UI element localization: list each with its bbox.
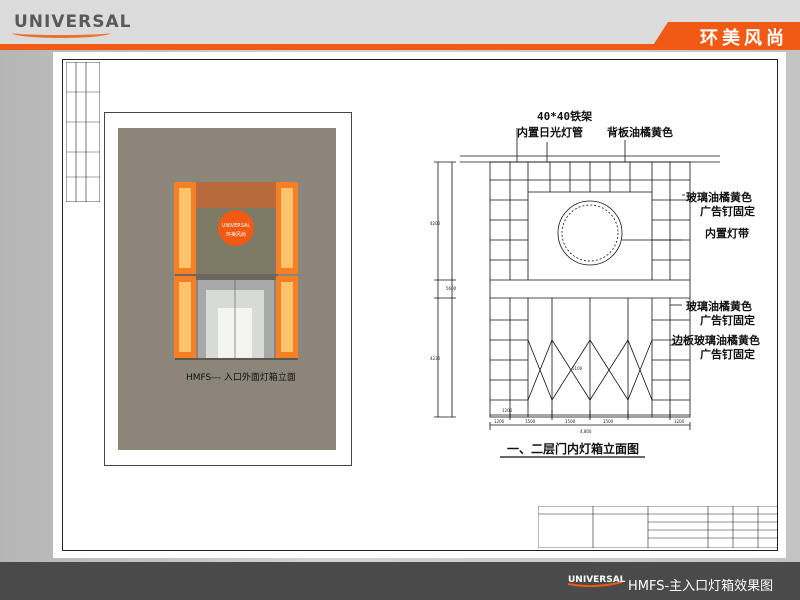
render-logo-subtext: 环美风尚 xyxy=(226,231,246,238)
dim-door-height: 5100 xyxy=(572,366,583,371)
annotation-nail-lower: 广告钉固定 xyxy=(700,314,755,327)
dim-width-1: 1200 xyxy=(494,419,505,424)
dim-width-5: 1200 xyxy=(674,419,685,424)
annotation-light-strip: 内置灯带 xyxy=(705,227,749,240)
dim-width-4: 1500 xyxy=(603,419,614,424)
title-block xyxy=(538,506,778,548)
brand-name: 环美风尚 xyxy=(700,28,788,49)
margin-title-strip xyxy=(66,62,100,202)
render-logo-text: UNIVERSAL xyxy=(222,223,251,229)
dim-width-3: 1500 xyxy=(565,419,576,424)
render-caption: HMFS--- 入口外面灯箱立面 xyxy=(186,373,296,383)
dim-lower-height: 4230 xyxy=(430,356,441,361)
dim-total-width: 4,800 xyxy=(580,429,592,434)
dim-total-height: 5600 xyxy=(446,286,457,291)
annotation-fluorescent-tube: 内置日光灯管 xyxy=(517,126,583,139)
entrance-lightbox-render-image: UNIVERSAL 环美风尚 xyxy=(118,128,336,450)
annotation-nail-side: 广告钉固定 xyxy=(700,348,755,361)
dim-side-panel-label: 1200 xyxy=(502,408,513,413)
annotation-nail-upper: 广告钉固定 xyxy=(700,205,755,218)
footer-title: HMFS-主入口灯箱效果图 xyxy=(628,579,774,594)
drawing-title: 一、二层门内灯箱立面图 xyxy=(507,442,640,456)
logo-swoosh-icon xyxy=(12,28,110,38)
dim-upper-height: 4200 xyxy=(430,221,441,226)
dim-width-2: 1500 xyxy=(525,419,536,424)
annotation-backboard-color: 背板油橘黄色 xyxy=(607,126,673,139)
footer-logo: UNIVERSAL xyxy=(568,575,626,585)
lightbox-elevation-drawing: 4200 4230 5600 1200 5100 1200 1500 1500 … xyxy=(430,128,720,458)
annotation-iron-frame: 40*40铁架 xyxy=(537,110,593,123)
